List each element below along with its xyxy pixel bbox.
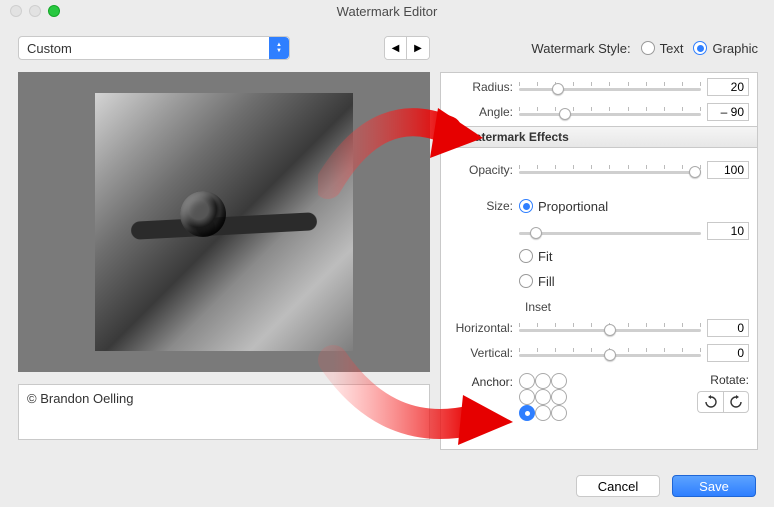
radio-icon	[693, 41, 707, 55]
preset-selected-label: Custom	[27, 41, 72, 56]
prev-button[interactable]: ◀	[385, 37, 407, 59]
style-text-label: Text	[660, 41, 684, 56]
style-text-radio[interactable]: Text	[641, 41, 684, 56]
rotate-label: Rotate:	[710, 373, 749, 387]
window-title: Watermark Editor	[0, 4, 774, 19]
watermark-effects-header[interactable]: ▼ Watermark Effects	[441, 126, 757, 148]
radio-icon	[641, 41, 655, 55]
size-fill-radio[interactable]: Fill	[519, 274, 555, 289]
size-fit-radio[interactable]: Fit	[519, 249, 552, 264]
cancel-button[interactable]: Cancel	[576, 475, 660, 497]
angle-slider[interactable]	[519, 105, 701, 119]
size-label: Size:	[441, 199, 519, 213]
vertical-slider[interactable]	[519, 346, 701, 360]
size-proportional-label: Proportional	[538, 199, 608, 214]
save-button[interactable]: Save	[672, 475, 756, 497]
style-graphic-radio[interactable]: Graphic	[693, 41, 758, 56]
preview-image[interactable]	[95, 93, 353, 351]
vertical-value[interactable]	[707, 344, 749, 362]
preview-area	[18, 72, 430, 372]
chevron-updown-icon: ▲▼	[269, 37, 289, 59]
opacity-value[interactable]	[707, 161, 749, 179]
preset-nav: ◀ ▶	[384, 36, 430, 60]
horizontal-slider[interactable]	[519, 321, 701, 335]
anchor-bc[interactable]	[535, 405, 551, 421]
radio-icon	[519, 199, 533, 213]
size-fill-label: Fill	[538, 274, 555, 289]
rotate-ccw-button[interactable]	[697, 391, 723, 413]
horizontal-value[interactable]	[707, 319, 749, 337]
opacity-label: Opacity:	[441, 163, 519, 177]
disclosure-triangle-icon: ▼	[449, 132, 458, 142]
watermark-style-label: Watermark Style:	[531, 41, 630, 56]
rotate-cw-icon	[729, 395, 743, 409]
anchor-tr[interactable]	[551, 373, 567, 389]
radius-slider[interactable]	[519, 80, 701, 94]
size-fit-label: Fit	[538, 249, 552, 264]
anchor-br[interactable]	[551, 405, 567, 421]
style-graphic-label: Graphic	[712, 41, 758, 56]
size-value[interactable]	[707, 222, 749, 240]
anchor-ml[interactable]	[519, 389, 535, 405]
inset-label: Inset	[441, 300, 757, 314]
settings-panel: Radius: Angle:	[440, 72, 758, 450]
size-slider[interactable]	[519, 224, 701, 238]
angle-label: Angle:	[441, 105, 519, 119]
radio-icon	[519, 249, 533, 263]
section-title: Watermark Effects	[464, 130, 569, 144]
anchor-tc[interactable]	[535, 373, 551, 389]
anchor-mc[interactable]	[535, 389, 551, 405]
preset-select[interactable]: Custom ▲▼	[18, 36, 290, 60]
titlebar: Watermark Editor	[0, 0, 774, 22]
rotate-cw-button[interactable]	[723, 391, 749, 413]
anchor-bl[interactable]	[519, 405, 535, 421]
opacity-slider[interactable]	[519, 163, 701, 177]
anchor-tl[interactable]	[519, 373, 535, 389]
radius-label: Radius:	[441, 80, 519, 94]
anchor-grid	[519, 373, 567, 421]
anchor-label: Anchor:	[441, 373, 519, 389]
size-proportional-radio[interactable]: Proportional	[519, 199, 608, 214]
next-button[interactable]: ▶	[407, 37, 429, 59]
rotate-ccw-icon	[704, 395, 718, 409]
radio-icon	[519, 274, 533, 288]
horizontal-label: Horizontal:	[441, 321, 519, 335]
radius-value[interactable]	[707, 78, 749, 96]
vertical-label: Vertical:	[441, 346, 519, 360]
copyright-text-field[interactable]: © Brandon Oelling	[18, 384, 430, 440]
angle-value[interactable]	[707, 103, 749, 121]
anchor-mr[interactable]	[551, 389, 567, 405]
